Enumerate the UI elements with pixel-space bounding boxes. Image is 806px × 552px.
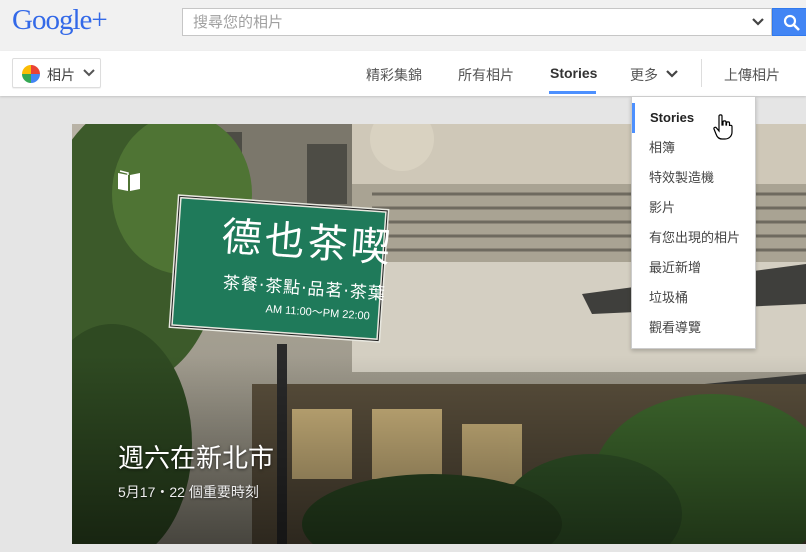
search-button[interactable] <box>772 8 806 36</box>
menu-item-videos[interactable]: 影片 <box>632 193 755 223</box>
app-switcher-button[interactable]: 相片 <box>12 58 101 88</box>
app-switcher-label: 相片 <box>47 67 75 83</box>
menu-item-take-tour[interactable]: 觀看導覽 <box>632 313 755 343</box>
chevron-down-icon[interactable] <box>666 70 678 79</box>
menu-item-auto-awesome[interactable]: 特效製造機 <box>632 163 755 193</box>
more-dropdown-menu: Stories 相簿 特效製造機 影片 有您出現的相片 最近新增 垃圾桶 觀看導… <box>631 96 756 349</box>
menu-item-stories[interactable]: Stories <box>632 103 755 133</box>
photos-pinwheel-icon <box>22 65 40 83</box>
story-subtitle: 5月17・22 個重要時刻 <box>118 484 259 500</box>
chevron-down-icon[interactable] <box>751 15 765 29</box>
menu-item-recently-added[interactable]: 最近新增 <box>632 253 755 283</box>
menu-item-albums[interactable]: 相簿 <box>632 133 755 163</box>
search-input[interactable] <box>183 9 723 35</box>
tab-highlights[interactable]: 精彩集錦 <box>366 65 422 85</box>
menu-item-photos-of-you[interactable]: 有您出現的相片 <box>632 223 755 253</box>
upload-photos-link[interactable]: 上傳相片 <box>724 65 780 85</box>
google-plus-logo[interactable]: Google+ <box>12 4 108 37</box>
chevron-down-icon <box>83 69 95 77</box>
tab-stories[interactable]: Stories <box>550 65 597 81</box>
active-tab-indicator <box>549 91 596 94</box>
hand-cursor-icon <box>713 114 733 140</box>
photos-nav-bar: 相片 精彩集錦 所有相片 Stories 更多 上傳相片 <box>0 51 806 96</box>
tab-more[interactable]: 更多 <box>630 65 658 85</box>
menu-item-trash[interactable]: 垃圾桶 <box>632 283 755 313</box>
search-icon <box>783 14 800 31</box>
top-bar: Google+ <box>0 0 806 51</box>
nav-divider <box>701 59 702 87</box>
store-sign: 德也茶喫 茶餐‧茶點‧品茗‧茶葉 AM 11:00～PM 22:00 <box>202 203 409 326</box>
story-book-icon <box>118 170 140 191</box>
tab-all-photos[interactable]: 所有相片 <box>458 65 514 85</box>
search-box[interactable] <box>182 8 772 36</box>
story-title[interactable]: 週六在新北市 <box>118 438 274 475</box>
